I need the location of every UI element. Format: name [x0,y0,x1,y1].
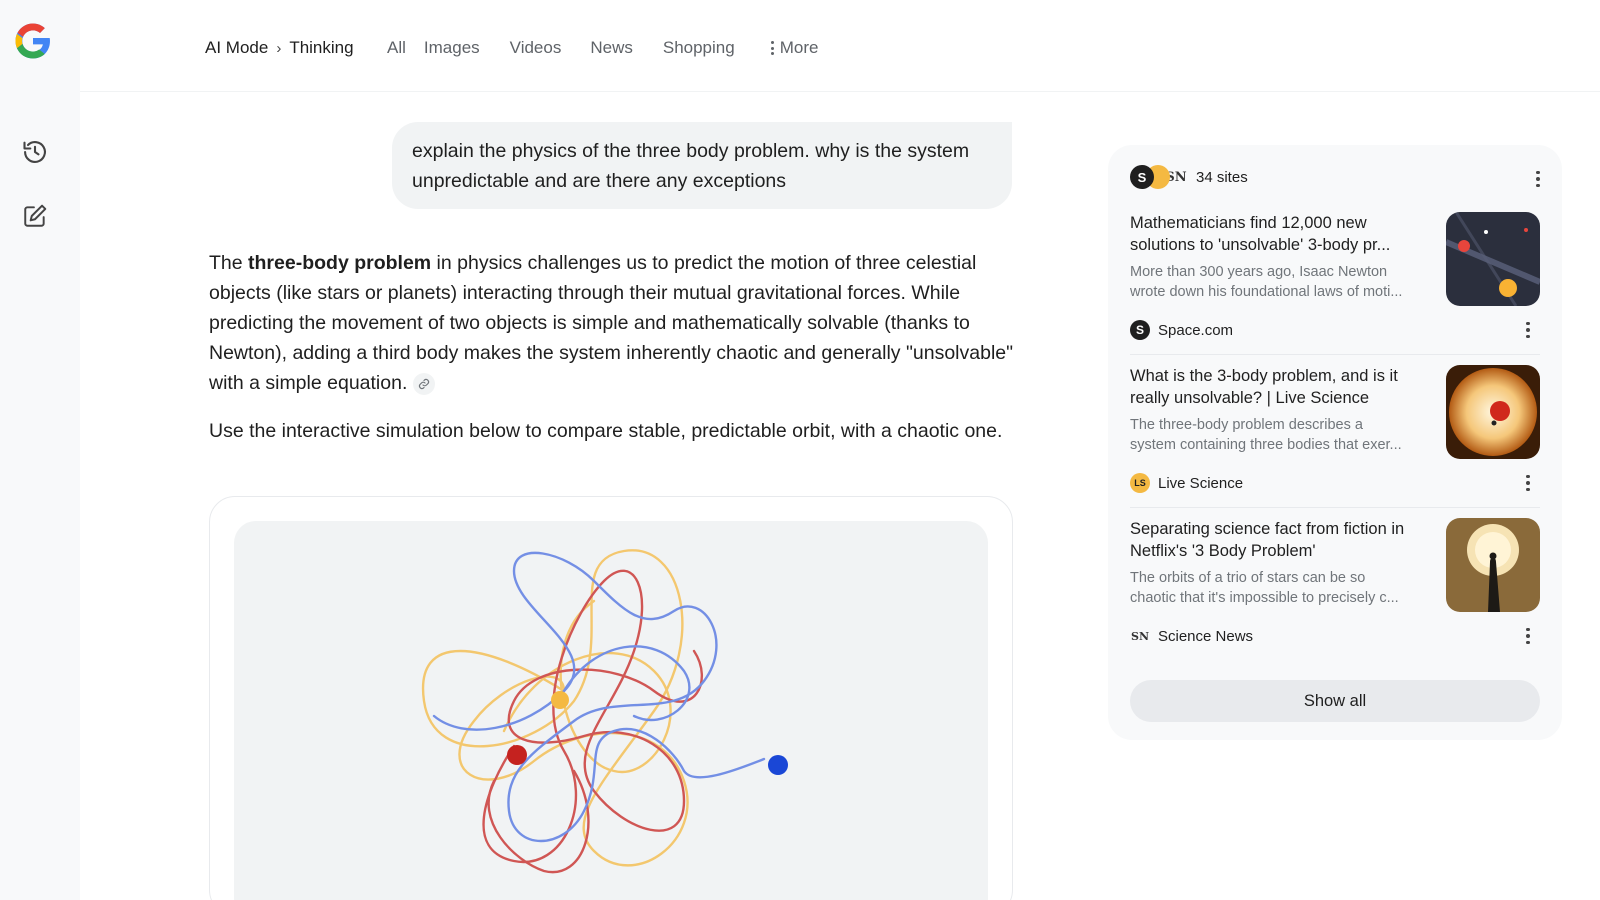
space-com-favicon-icon: S [1130,320,1150,340]
sources-count: 34 sites [1196,168,1248,186]
breadcrumb-thinking: Thinking [289,38,354,57]
new-chat-button[interactable] [17,198,53,234]
edit-icon [24,204,47,227]
sources-menu-icon[interactable] [1526,167,1550,191]
tab-shopping[interactable]: Shopping [663,38,735,58]
answer-text: The [209,252,249,274]
breadcrumb-ai-mode[interactable]: AI Mode [205,38,268,58]
source-snippet: The orbits of a trio of stars can be so [1130,570,1366,586]
divider [1130,354,1540,355]
yellow-orbit-trail [421,549,689,867]
source-thumbnail [1446,365,1540,459]
citation-link-button[interactable] [413,372,436,395]
source-snippet: wrote down his foundational laws of moti… [1130,284,1403,300]
science-news-favicon-icon: SN [1131,629,1149,643]
red-body [507,745,527,765]
breadcrumb-chevron-icon: › [276,39,282,57]
search-tabs: All Images Videos News Shopping More [387,38,818,58]
source-thumbnail [1446,212,1540,306]
answer-paragraph-2: Use the interactive simulation below to … [209,420,1003,442]
source-site: LS Live Science [1130,473,1243,493]
more-vert-icon [770,41,774,55]
source-site: S Space.com [1130,320,1233,340]
source-title[interactable]: Mathematicians find 12,000 new solutions… [1130,212,1430,256]
tab-news[interactable]: News [590,38,633,58]
history-button[interactable] [17,134,53,170]
yellow-body [551,691,569,709]
source-menu-icon[interactable] [1516,318,1540,342]
more-label: More [779,38,819,57]
source-site: SN Science News [1130,626,1253,646]
source-menu-icon[interactable] [1516,471,1540,495]
breadcrumb: AI Mode › Thinking [205,38,354,58]
show-all-button[interactable]: Show all [1130,680,1540,722]
history-icon [23,141,46,163]
source-thumbnail [1446,518,1540,612]
source-card[interactable]: What is the 3-body problem, and is it re… [1130,365,1540,515]
top-nav: AI Mode › Thinking All Images Videos New… [80,0,1600,92]
tab-all[interactable]: All [387,38,406,58]
source-site-name: Science News [1158,627,1254,645]
source-card[interactable]: Mathematicians find 12,000 new solutions… [1130,212,1540,362]
ai-answer: The three-body problem in physics challe… [209,248,1019,464]
source-snippet: chaotic that it's impossible to precisel… [1130,590,1399,606]
tab-more[interactable]: More [770,38,819,58]
user-query-bubble: explain the physics of the three body pr… [392,122,1012,209]
sources-header[interactable]: S SN 34 sites [1130,165,1248,189]
answer-paragraph-1: The three-body problem in physics challe… [209,248,1019,398]
live-science-favicon-icon: LS [1130,473,1150,493]
source-site-name: Live Science [1158,474,1244,492]
source-card[interactable]: Separating science fact from fiction in … [1130,518,1540,668]
answer-bold-term: three-body problem [248,252,432,274]
source-snippet: The three-body problem describes a [1130,417,1363,433]
source-favicons: S SN [1130,165,1188,189]
three-body-simulation-canvas[interactable] [234,521,988,900]
source-menu-icon[interactable] [1516,624,1540,648]
tab-images[interactable]: Images [424,38,480,58]
left-rail [0,0,80,900]
source-snippet: More than 300 years ago, Isaac Newton [1130,264,1388,280]
source-site-name: Space.com [1158,321,1234,339]
source-title[interactable]: What is the 3-body problem, and is it re… [1130,365,1430,409]
google-logo-icon[interactable] [12,20,54,62]
space-com-favicon-icon: S [1130,165,1154,189]
tab-videos[interactable]: Videos [510,38,562,58]
source-snippet: system containing three bodies that exer… [1130,437,1402,453]
source-title[interactable]: Separating science fact from fiction in … [1130,518,1430,562]
blue-body [768,755,788,775]
sources-panel: S SN 34 sites Mathematicians find 12,000… [1108,145,1562,740]
link-icon [419,378,430,389]
divider [1130,507,1540,508]
